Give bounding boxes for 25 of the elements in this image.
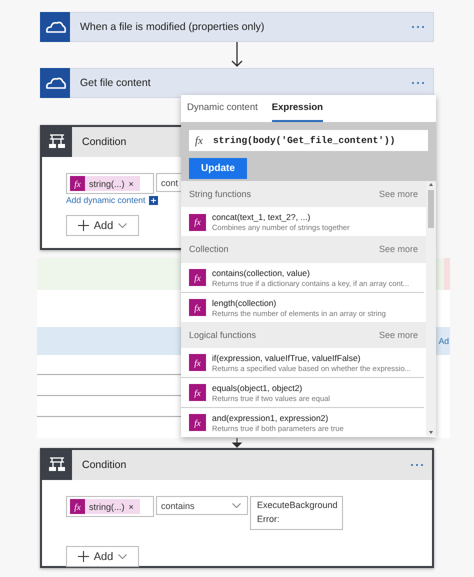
section-title: String functions [189, 189, 252, 200]
add-dynamic-content-link[interactable]: Add dynamic content [66, 195, 146, 205]
card-title: Get file content [80, 77, 151, 89]
card-title: Condition [82, 136, 126, 148]
branch-link[interactable]: Ad [438, 336, 449, 346]
add-button[interactable]: Add [66, 546, 139, 567]
see-more-link[interactable]: See more [378, 244, 418, 254]
expression-field[interactable]: fx string(body('Get_file_content')) [189, 130, 428, 151]
section-title: Collection [189, 244, 229, 254]
card-title: When a file is modified (properties only) [80, 21, 264, 33]
update-button[interactable]: Update [189, 158, 247, 179]
condition-operand-field[interactable]: fx string(...) × [66, 496, 154, 517]
operator-dropdown[interactable]: contains [156, 496, 248, 515]
flow-step-card[interactable]: When a file is modified (properties only) [40, 12, 434, 42]
expression-token[interactable]: fx string(...) × [70, 176, 140, 191]
add-button[interactable]: Add [66, 215, 139, 236]
value-field[interactable]: ExecuteBackground Error: [250, 496, 343, 530]
tab[interactable]: Dynamic content [187, 95, 258, 122]
flow-step-card[interactable]: Get file content [40, 68, 434, 98]
see-more-link[interactable]: See more [378, 330, 418, 340]
section-title: Logical functions [189, 330, 256, 340]
condition-operand-field[interactable]: fx string(...) × [66, 173, 154, 194]
expression-token[interactable]: fx string(...) × [70, 499, 140, 514]
see-more-link[interactable]: See more [378, 189, 418, 200]
card-title: Condition [82, 459, 126, 471]
